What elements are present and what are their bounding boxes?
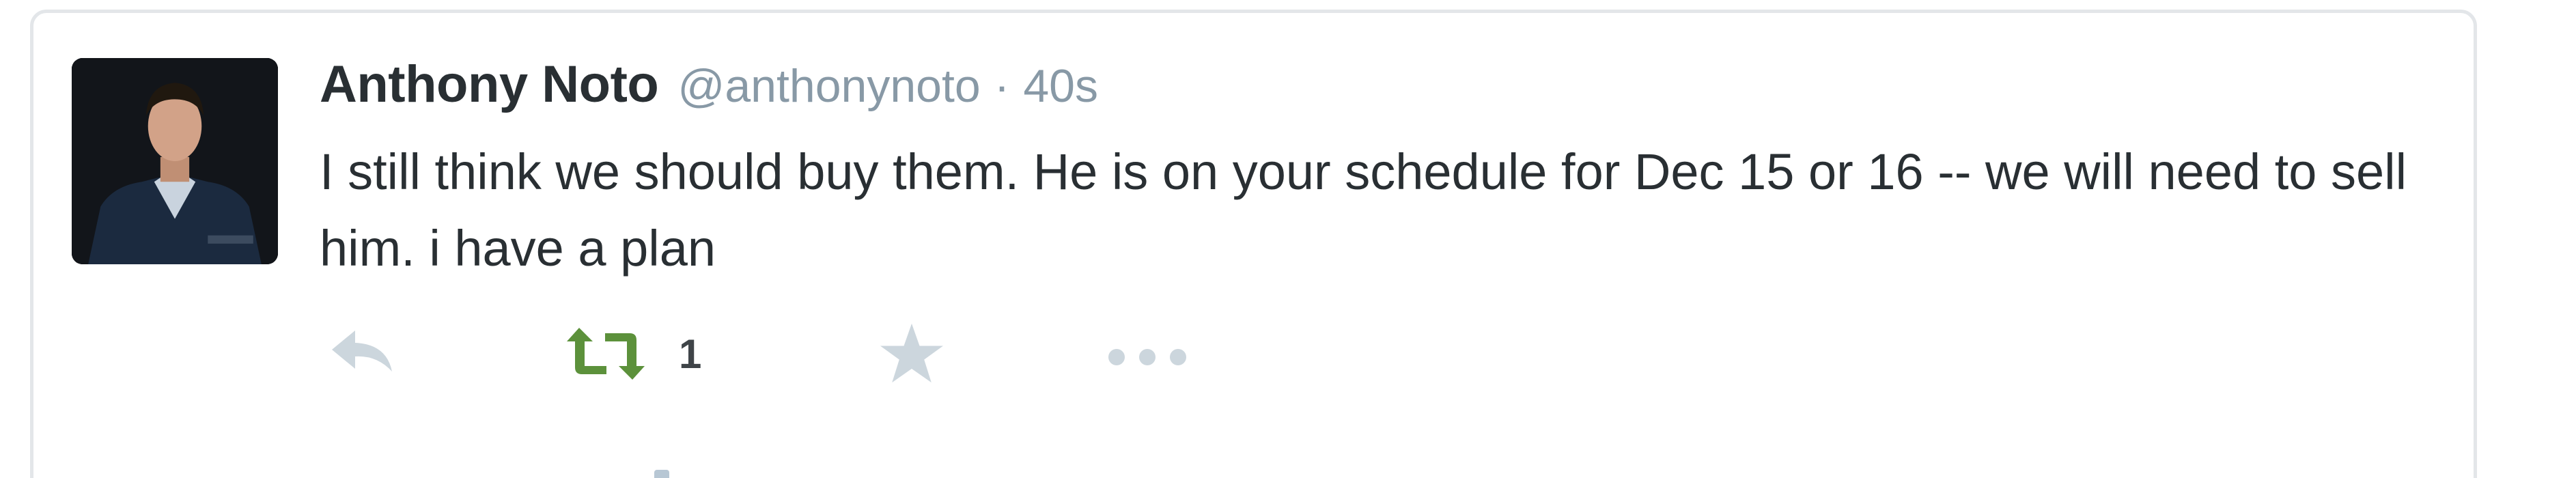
meta-separator: · <box>994 60 1010 112</box>
author-avatar[interactable] <box>72 58 278 264</box>
more-button[interactable] <box>1106 347 1188 367</box>
tweet-timestamp[interactable]: 40s <box>1023 59 1098 113</box>
divider-marker <box>654 470 669 478</box>
reply-icon <box>332 331 392 371</box>
more-icon <box>1108 349 1186 365</box>
author-name[interactable]: Anthony Noto <box>320 55 659 114</box>
retweet-icon <box>567 328 645 380</box>
retweet-button[interactable]: 1 <box>565 326 701 381</box>
tweet-header: Anthony Noto @anthonynoto · 40s <box>320 55 1098 130</box>
tweet-text: I still think we should buy them. He is … <box>320 143 2407 277</box>
star-icon <box>880 323 943 383</box>
reply-button[interactable] <box>328 328 396 376</box>
retweet-count: 1 <box>679 331 702 377</box>
avatar-image <box>72 58 278 264</box>
author-handle[interactable]: @anthonynoto <box>677 59 980 113</box>
favorite-button[interactable] <box>879 322 944 385</box>
